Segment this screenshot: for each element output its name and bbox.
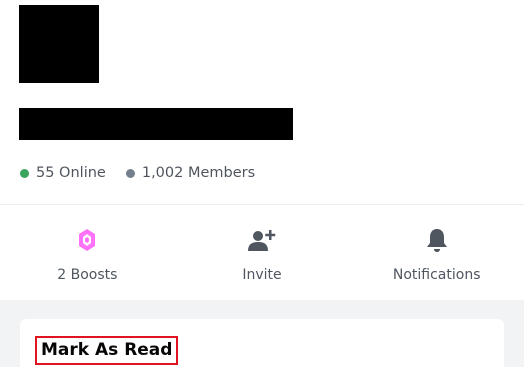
menu-card: Mark As Read (20, 319, 504, 379)
members-count-text: 1,002 Members (141, 165, 256, 181)
invite-label: Invite (242, 267, 282, 283)
invite-button[interactable]: Invite (175, 205, 350, 300)
online-status-dot-icon (20, 168, 29, 178)
bell-icon (421, 225, 453, 255)
online-stat: 55 Online (20, 165, 106, 181)
server-name-redacted (19, 108, 293, 140)
menu-area: Mark As Read (0, 300, 524, 379)
server-header: 55 Online 1,002 Members (0, 0, 524, 204)
boost-gem-icon (71, 225, 103, 255)
server-actions-bar: 2 Boosts Invite Notifications (0, 205, 524, 300)
mark-as-read-button[interactable]: Mark As Read (35, 336, 179, 365)
server-stats: 55 Online 1,002 Members (20, 163, 275, 183)
members-status-dot-icon (125, 168, 135, 178)
boosts-button[interactable]: 2 Boosts (0, 205, 175, 300)
notifications-label: Notifications (392, 267, 481, 283)
notifications-button[interactable]: Notifications (349, 205, 524, 300)
server-icon-redacted[interactable] (19, 5, 99, 83)
members-stat: 1,002 Members (125, 165, 256, 181)
add-person-icon (246, 225, 278, 255)
online-count-text: 55 Online (36, 165, 106, 181)
boosts-label: 2 Boosts (57, 267, 118, 283)
